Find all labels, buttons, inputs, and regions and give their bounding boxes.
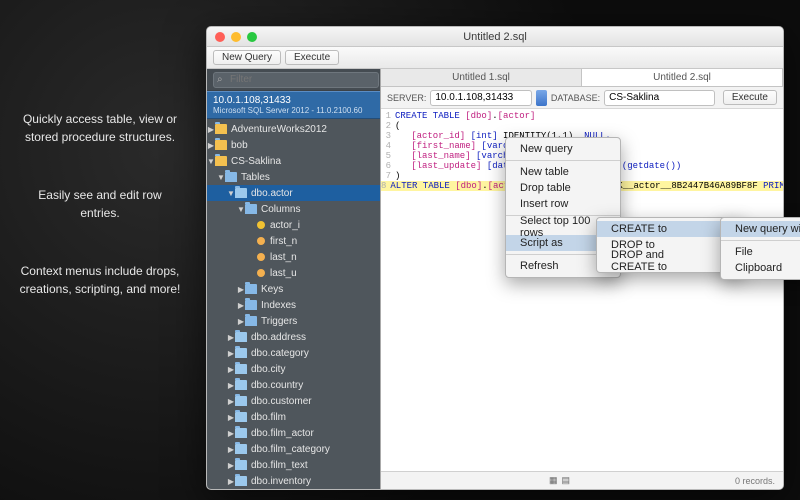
- tree-node[interactable]: ▶dbo.film_text: [207, 457, 380, 473]
- tree-node[interactable]: last_u: [207, 265, 380, 281]
- sidebar: ⌕ 10.0.1.108,31433 Microsoft SQL Server …: [207, 69, 381, 489]
- editor-tabs: Untitled 1.sql Untitled 2.sql: [381, 69, 783, 87]
- tree-node[interactable]: actor_i: [207, 217, 380, 233]
- tree-node[interactable]: ▼dbo.actor: [207, 185, 380, 201]
- server-field[interactable]: 10.0.1.108,31433: [430, 90, 532, 106]
- promo-sidebar: Quickly access table, view or stored pro…: [0, 0, 200, 298]
- database-label: DATABASE:: [551, 93, 600, 103]
- promo-text-2: Easily see and edit row entries.: [18, 186, 182, 222]
- record-count: 0 records.: [735, 476, 775, 486]
- tree-node[interactable]: ▶dbo.customer: [207, 393, 380, 409]
- connection-bar: SERVER: 10.0.1.108,31433 DATABASE: CS-Sa…: [381, 87, 783, 109]
- context-submenu-target[interactable]: New query window FileClipboard: [720, 217, 800, 280]
- menu-item[interactable]: New query: [506, 141, 620, 157]
- object-tree[interactable]: ▶AdventureWorks2012▶bob▼CS-Saklina▼Table…: [207, 119, 380, 489]
- menu-item[interactable]: Clipboard: [721, 260, 800, 276]
- window-title: Untitled 2.sql: [207, 31, 783, 43]
- tree-node[interactable]: ▼Columns: [207, 201, 380, 217]
- tree-node[interactable]: ▶Triggers: [207, 313, 380, 329]
- tree-node[interactable]: ▶dbo.inventory: [207, 473, 380, 489]
- tree-node[interactable]: ▶Keys: [207, 281, 380, 297]
- tree-node[interactable]: ▶AdventureWorks2012: [207, 121, 380, 137]
- results-grid-icon[interactable]: ▦: [549, 475, 558, 486]
- database-field[interactable]: CS-Saklina: [604, 90, 715, 106]
- menu-item[interactable]: Insert row: [506, 196, 620, 212]
- server-sub: Microsoft SQL Server 2012 - 11.0.2100.60: [213, 106, 374, 115]
- tree-node[interactable]: first_n: [207, 233, 380, 249]
- tab-untitled-2[interactable]: Untitled 2.sql: [582, 69, 783, 86]
- menu-item[interactable]: New table: [506, 164, 620, 180]
- tree-node[interactable]: ▼Tables: [207, 169, 380, 185]
- results-text-icon[interactable]: ▤: [562, 475, 571, 486]
- filter-input[interactable]: [213, 72, 379, 88]
- execute-query-button[interactable]: Execute: [723, 90, 777, 105]
- tree-node[interactable]: ▶dbo.city: [207, 361, 380, 377]
- tree-node[interactable]: ▶dbo.film_category: [207, 441, 380, 457]
- server-header[interactable]: 10.0.1.108,31433 Microsoft SQL Server 20…: [207, 91, 380, 119]
- server-host: 10.0.1.108,31433: [213, 95, 374, 106]
- tree-node[interactable]: ▼CS-Saklina: [207, 153, 380, 169]
- tree-node[interactable]: ▶dbo.country: [207, 377, 380, 393]
- execute-button[interactable]: Execute: [285, 50, 339, 65]
- server-label: SERVER:: [387, 93, 426, 103]
- search-icon: ⌕: [217, 74, 223, 85]
- toolbar: New Query Execute: [207, 47, 783, 69]
- menu-item[interactable]: Drop table: [506, 180, 620, 196]
- menu-item[interactable]: File: [721, 244, 800, 260]
- status-bar: ▦ ▤ 0 records.: [381, 471, 783, 489]
- new-query-button[interactable]: New Query: [213, 50, 281, 65]
- tree-node[interactable]: ▶dbo.category: [207, 345, 380, 361]
- promo-text-3: Context menus include drops, creations, …: [18, 262, 182, 298]
- sidebar-search: ⌕: [207, 69, 380, 91]
- tree-node[interactable]: ▶dbo.film_actor: [207, 425, 380, 441]
- tree-node[interactable]: ▶Indexes: [207, 297, 380, 313]
- promo-text-1: Quickly access table, view or stored pro…: [18, 110, 182, 146]
- tree-node[interactable]: ▶dbo.address: [207, 329, 380, 345]
- server-stepper-icon[interactable]: [536, 90, 547, 106]
- tree-node[interactable]: ▶dbo.film: [207, 409, 380, 425]
- tab-untitled-1[interactable]: Untitled 1.sql: [381, 69, 582, 86]
- tree-node[interactable]: last_n: [207, 249, 380, 265]
- tree-node[interactable]: ▶bob: [207, 137, 380, 153]
- titlebar: Untitled 2.sql: [207, 27, 783, 47]
- menu-item[interactable]: New query window: [721, 221, 800, 237]
